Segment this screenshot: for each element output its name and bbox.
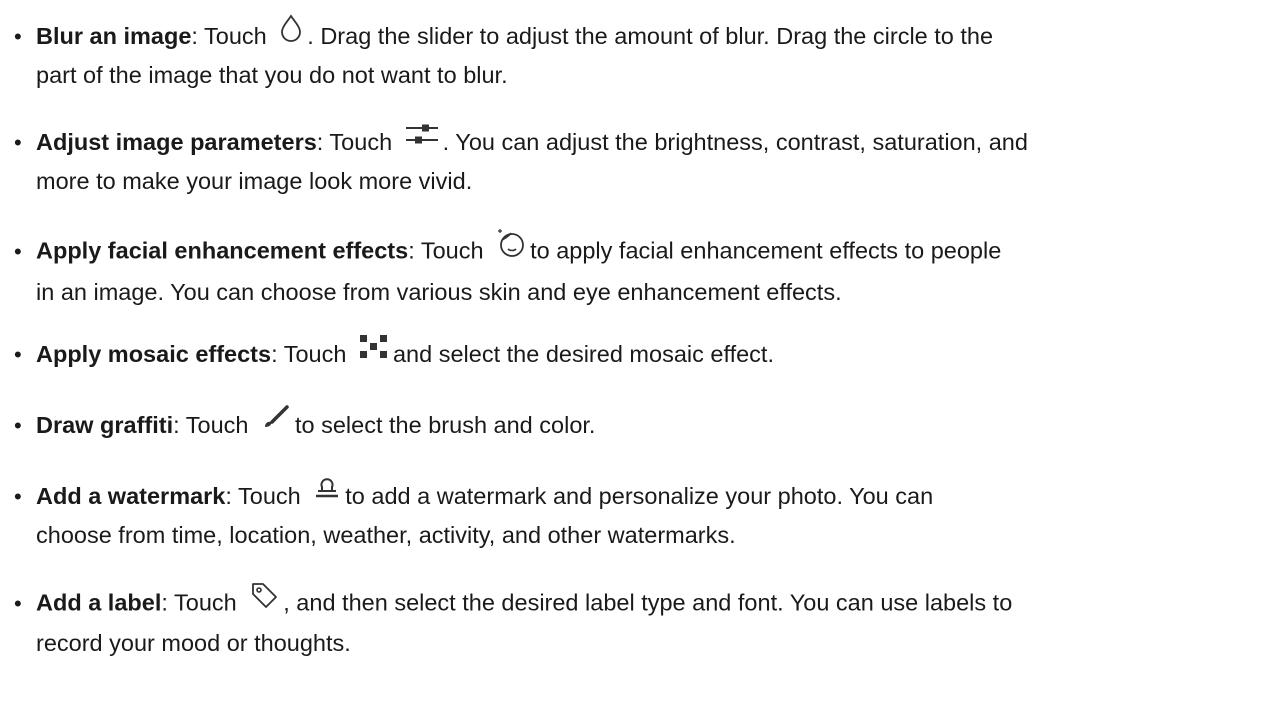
bullet: •	[14, 590, 22, 616]
item-title: Adjust image parameters	[36, 129, 317, 155]
item-text-after-icon: , and then select the desired label type…	[283, 589, 1013, 616]
item-text-before-icon: : Touch	[225, 483, 301, 509]
item-title: Draw graffiti	[36, 412, 174, 438]
item-text-before-icon: : Touch	[161, 589, 237, 616]
list-item-mosaic: • Apply mosaic effects: Touch and select …	[14, 335, 1254, 375]
list-item-adjust-parameters: • Adjust image parameters: Touch . You ca…	[14, 124, 1254, 200]
item-continuation: choose from time, location, weather, act…	[36, 522, 736, 549]
item-text-before-icon: : Touch	[408, 237, 484, 264]
brush-icon	[261, 403, 291, 442]
item-text-before-icon: : Touch	[191, 23, 267, 49]
item-title: Apply mosaic effects	[36, 341, 272, 367]
feature-list: • Blur an image: Touch . Drag the slider …	[0, 0, 1262, 719]
item-title: Add a label	[36, 589, 162, 616]
item-text-after-icon: to select the brush and color.	[294, 412, 596, 438]
item-title: Apply facial enhancement effects	[36, 237, 409, 264]
list-item-facial-enhancement: • Apply facial enhancement effects: Touch…	[14, 229, 1254, 311]
list-item-watermark: • Add a watermark: Touch to add a waterma…	[14, 478, 1254, 554]
sliders-icon	[405, 120, 439, 159]
item-title: Blur an image	[36, 23, 192, 49]
item-text-after-icon: and select the desired mosaic effect.	[392, 341, 774, 367]
item-text-before-icon: : Touch	[316, 129, 393, 155]
item-continuation: in an image. You can choose from various…	[36, 279, 842, 305]
item-title: Add a watermark	[36, 483, 226, 509]
bullet: •	[14, 238, 22, 264]
bullet: •	[14, 484, 22, 509]
bullet: •	[14, 24, 22, 49]
list-item-graffiti: • Draw graffiti: Touch to select the brus…	[14, 405, 1254, 446]
bullet: •	[14, 342, 22, 367]
item-text-after-icon: . You can adjust the brightness, contras…	[442, 129, 1028, 155]
list-item-label: • Add a label: Touch , and then select th…	[14, 583, 1254, 662]
bullet: •	[14, 413, 22, 438]
item-text-after-icon: to add a watermark and personalize your …	[345, 483, 934, 509]
droplet-icon	[279, 14, 303, 53]
face-enhance-icon	[496, 227, 526, 270]
list-item-blur-image: • Blur an image: Touch . Drag the slider …	[14, 14, 1254, 94]
item-text-before-icon: : Touch	[271, 341, 347, 367]
bullet: •	[14, 130, 22, 155]
item-text-after-icon: to apply facial enhancement effects to p…	[530, 237, 1002, 264]
tag-icon	[249, 580, 279, 621]
item-continuation: more to make your image look more vivid.	[36, 168, 473, 195]
item-continuation: record your mood or thoughts.	[36, 630, 351, 656]
item-text-after-icon: . Drag the slider to adjust the amount o…	[307, 23, 994, 49]
watermark-stamp-icon	[313, 474, 341, 513]
item-continuation: part of the image that you do not want t…	[36, 62, 508, 89]
mosaic-icon	[359, 332, 389, 371]
item-text-before-icon: : Touch	[173, 412, 249, 438]
